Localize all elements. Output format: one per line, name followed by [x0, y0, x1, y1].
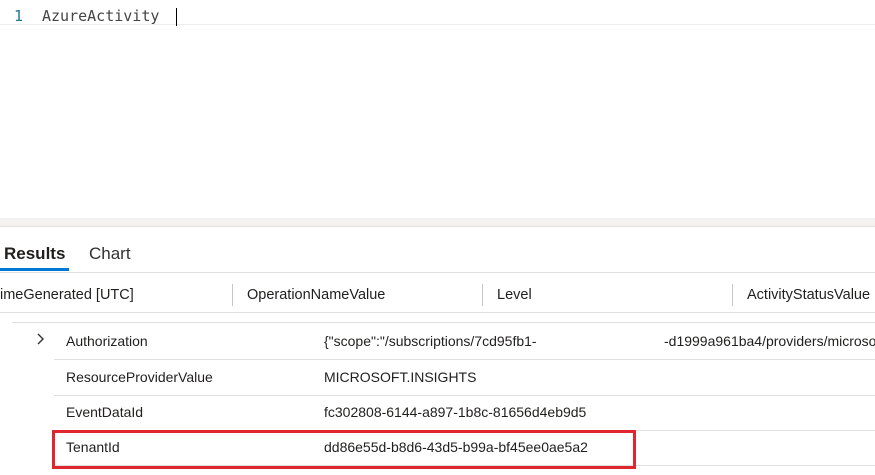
detail-value: fc302808-6144-a897-1b8c-81656d4eb9d5: [324, 404, 587, 420]
row-divider: [12, 322, 875, 323]
log-analytics-query-page: 1 AzureActivity Results Chart imeGenerat…: [0, 0, 875, 475]
detail-value: dd86e55d-b8d6-43d5-b99a-bf45ee0ae5a2: [324, 439, 588, 455]
tabs-divider: [0, 272, 875, 273]
results-grid-header: imeGenerated [UTC] OperationNameValue Le…: [0, 278, 875, 313]
column-header-activitystatusvalue[interactable]: ActivityStatusValue: [747, 287, 870, 303]
results-tabs: Results Chart: [0, 236, 875, 272]
chevron-right-icon[interactable]: [34, 332, 48, 346]
column-header-operationnamevalue[interactable]: OperationNameValue: [247, 287, 385, 303]
detail-row-tenantid[interactable]: TenantId dd86e55d-b8d6-43d5-b99a-bf45ee0…: [54, 430, 875, 466]
column-header-timegenerated[interactable]: imeGenerated [UTC]: [0, 287, 134, 303]
column-header-level[interactable]: Level: [497, 287, 532, 303]
editor-line[interactable]: 1 AzureActivity: [0, 2, 875, 26]
column-resize-handle[interactable]: [732, 284, 733, 306]
query-text[interactable]: AzureActivity: [42, 7, 159, 25]
detail-value-overflow: -d1999a961ba4/providers/microso: [664, 333, 875, 349]
column-resize-handle[interactable]: [232, 284, 233, 306]
detail-key: EventDataId: [66, 404, 144, 420]
active-tab-indicator: [0, 268, 69, 271]
tab-chart[interactable]: Chart: [89, 244, 131, 264]
detail-row-resourceprovidervalue[interactable]: ResourceProviderValue MICROSOFT.INSIGHTS: [54, 360, 875, 396]
text-cursor: [176, 8, 177, 26]
detail-key: ResourceProviderValue: [66, 369, 213, 385]
detail-value: MICROSOFT.INSIGHTS: [324, 369, 477, 385]
detail-key: TenantId: [66, 439, 120, 455]
column-resize-handle[interactable]: [482, 284, 483, 306]
line-number: 1: [13, 7, 23, 25]
tab-results[interactable]: Results: [4, 244, 65, 264]
detail-row-authorization[interactable]: Authorization {"scope":"/subscriptions/7…: [54, 324, 875, 360]
detail-key: Authorization: [66, 333, 148, 349]
query-editor[interactable]: 1 AzureActivity: [0, 0, 875, 218]
pane-splitter[interactable]: [0, 218, 875, 227]
detail-row-eventdataid[interactable]: EventDataId fc302808-6144-a897-1b8c-8165…: [54, 395, 875, 431]
detail-value: {"scope":"/subscriptions/7cd95fb1-: [324, 333, 537, 349]
